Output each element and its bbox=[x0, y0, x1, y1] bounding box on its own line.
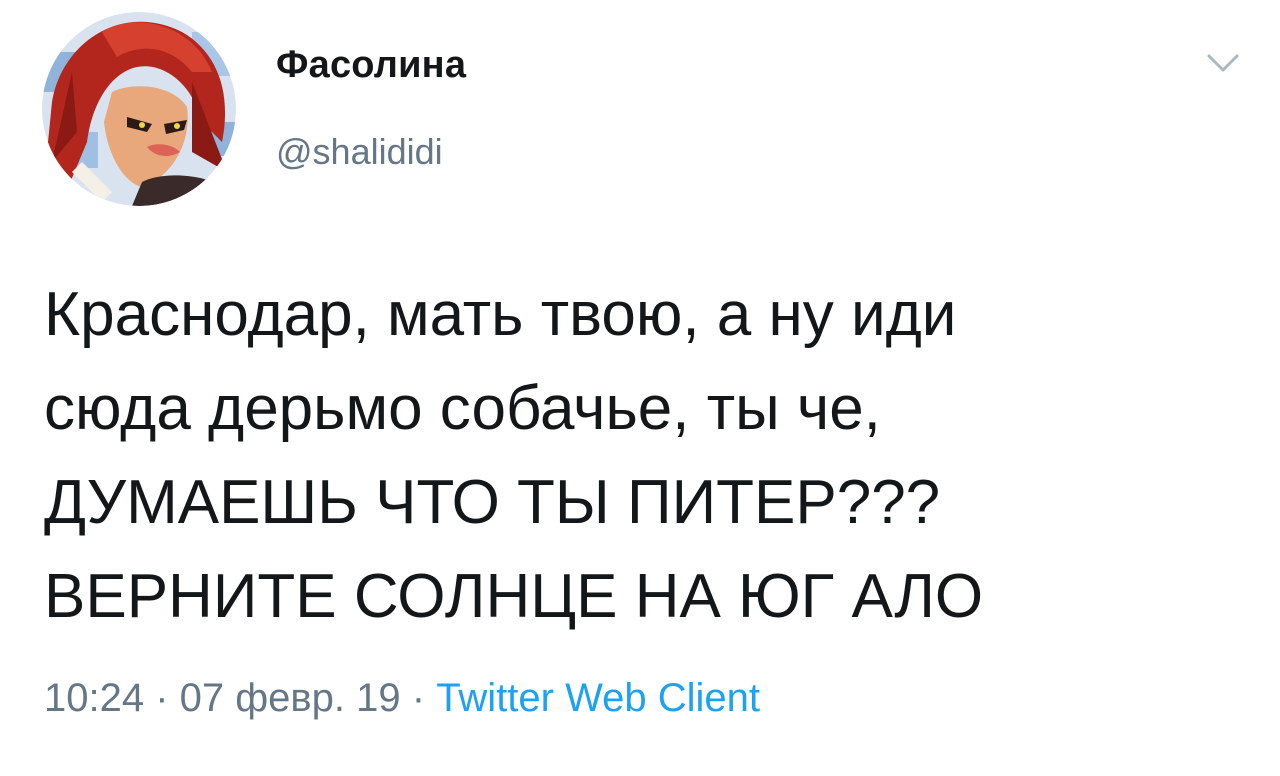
meta-separator: · bbox=[144, 676, 180, 720]
anime-avatar-icon bbox=[42, 12, 236, 206]
user-handle[interactable]: @shalididi bbox=[276, 131, 443, 173]
tweet-card: Фасолина @shalididi Краснодар, мать твою… bbox=[0, 0, 1280, 776]
meta-separator: · bbox=[400, 676, 437, 720]
tweet-text-line: сюда дерьмо собачье, ты че, bbox=[44, 374, 881, 443]
tweet-meta: 10:24 · 07 февр. 19 · Twitter Web Client bbox=[44, 676, 760, 721]
tweet-date[interactable]: 07 февр. 19 bbox=[180, 676, 401, 720]
avatar[interactable] bbox=[42, 12, 236, 206]
tweet-text-line: ВЕРНИТЕ СОЛНЦЕ НА ЮГ АЛО bbox=[44, 562, 984, 631]
tweet-text: Краснодар, мать твою, а ну иди сюда дерь… bbox=[44, 268, 1244, 644]
tweet-text-line: Краснодар, мать твою, а ну иди bbox=[44, 280, 957, 349]
chevron-down-icon[interactable] bbox=[1203, 48, 1243, 78]
display-name[interactable]: Фасолина bbox=[276, 44, 466, 87]
tweet-text-line: ДУМАЕШЬ ЧТО ТЫ ПИТЕР??? bbox=[44, 468, 941, 537]
client-link[interactable]: Twitter Web Client bbox=[436, 676, 760, 720]
tweet-time[interactable]: 10:24 bbox=[44, 676, 144, 720]
